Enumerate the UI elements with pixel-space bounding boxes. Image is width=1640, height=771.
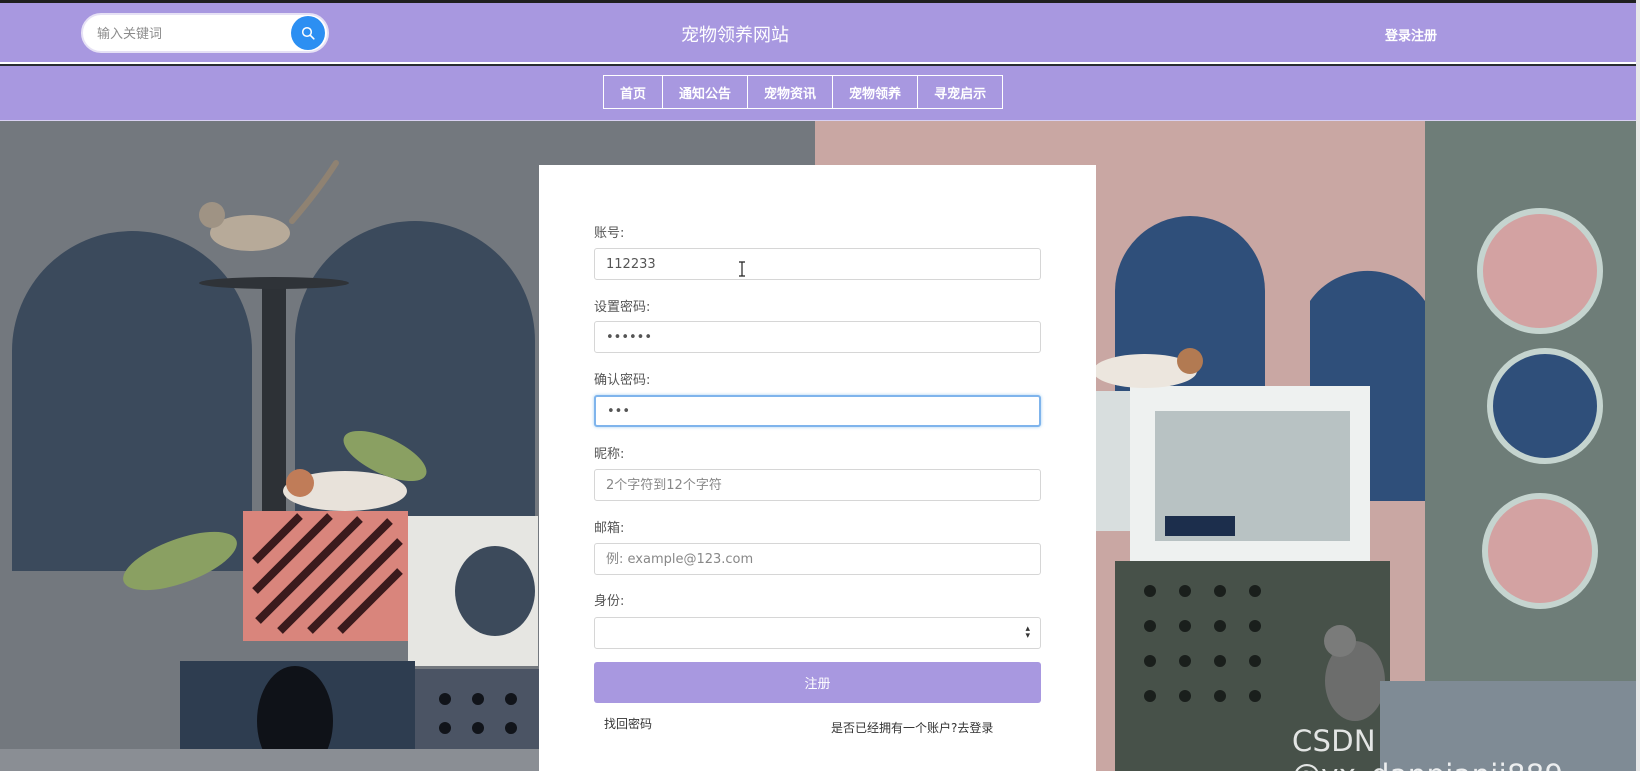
email-label: 邮箱: <box>594 521 625 536</box>
nav-items: 首页 通知公告 宠物资讯 宠物领养 寻宠启示 <box>603 75 1004 109</box>
text-cursor-icon <box>739 261 745 277</box>
login-register-link[interactable]: 登录注册 <box>1385 25 1437 44</box>
account-label: 账号: <box>594 226 625 241</box>
nav-item-home[interactable]: 首页 <box>603 75 664 109</box>
email-field[interactable] <box>594 543 1041 575</box>
confirm-password-label: 确认密码: <box>594 373 651 388</box>
site-header: 宠物领养网站 登录注册 <box>0 3 1636 64</box>
nav-item-notices[interactable]: 通知公告 <box>662 75 749 109</box>
nav-item-pet-adoption[interactable]: 宠物领养 <box>832 75 919 109</box>
nickname-field[interactable] <box>594 469 1041 501</box>
nav-item-lost-pet[interactable]: 寻宠启示 <box>917 75 1004 109</box>
go-login-link[interactable]: 是否已经拥有一个账户?去登录 <box>831 719 993 736</box>
confirm-password-field[interactable] <box>594 395 1041 427</box>
password-field[interactable] <box>594 321 1041 353</box>
register-form-card: 账号: 设置密码: 确认密码: 昵称: 邮箱: 身份: ▴▾ 注册 找回密码 是… <box>539 165 1096 771</box>
password-label: 设置密码: <box>594 300 651 315</box>
main-nav: 首页 通知公告 宠物资讯 宠物领养 寻宠启示 <box>0 66 1636 121</box>
account-field[interactable] <box>594 248 1041 280</box>
register-button[interactable]: 注册 <box>594 662 1041 703</box>
page-scrollbar[interactable] <box>1636 0 1640 771</box>
nav-item-pet-news[interactable]: 宠物资讯 <box>747 75 834 109</box>
select-arrows-icon: ▴ ▾ <box>1025 624 1030 641</box>
nickname-label: 昵称: <box>594 447 625 462</box>
role-label: 身份: <box>594 594 625 609</box>
forgot-password-link[interactable]: 找回密码 <box>604 715 652 732</box>
watermark: CSDN @vx_danpianji889 <box>1292 724 1563 771</box>
site-title: 宠物领养网站 <box>681 25 789 46</box>
role-select[interactable]: ▴ ▾ <box>594 617 1041 649</box>
